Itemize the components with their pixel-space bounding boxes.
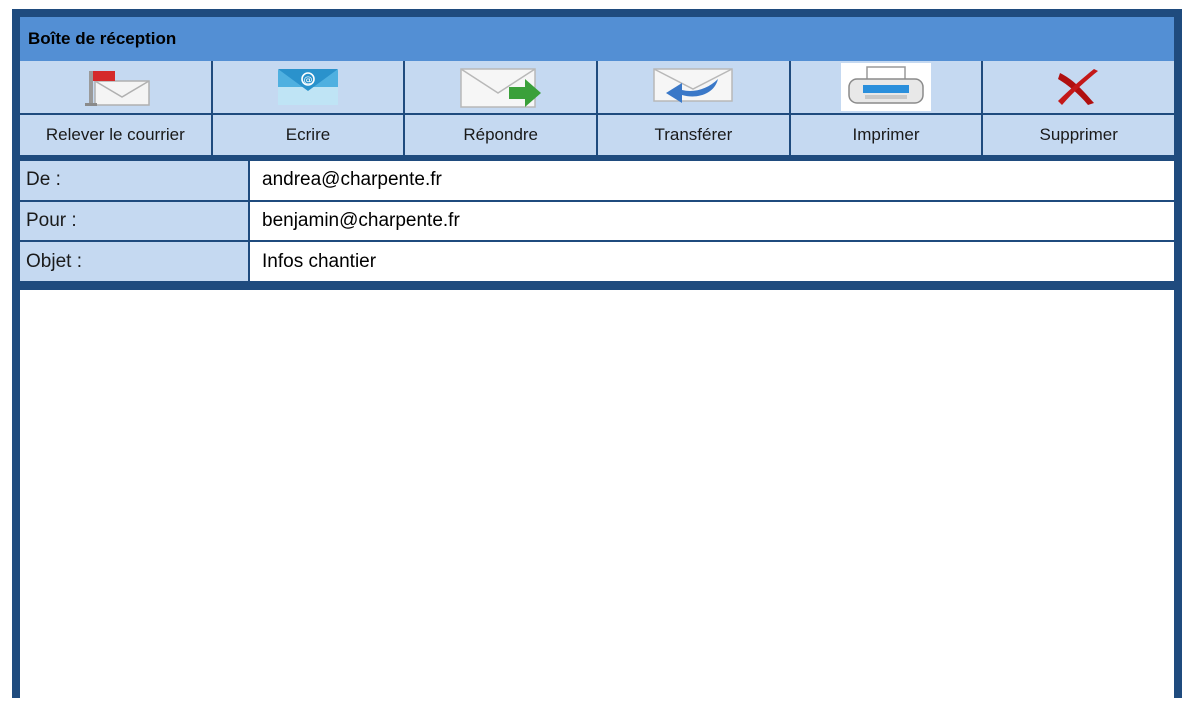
forward-label: Transférer: [654, 125, 733, 144]
subject-field[interactable]: Infos chantier: [250, 242, 1174, 282]
at-envelope-icon: @: [276, 65, 340, 109]
message-body[interactable]: [20, 290, 1174, 710]
compose-button[interactable]: @ Ecrire: [212, 61, 404, 155]
forward-button[interactable]: Transférer: [598, 61, 789, 155]
forward-envelope-icon: [648, 65, 738, 109]
reply-button[interactable]: Répondre: [405, 61, 597, 155]
subject-label: Objet :: [20, 242, 248, 282]
fetch-mail-button[interactable]: Relever le courrier: [20, 61, 211, 155]
fetch-mail-label: Relever le courrier: [45, 125, 185, 144]
window-title: Boîte de réception: [20, 17, 1174, 61]
reply-label: Répondre: [463, 125, 539, 144]
reply-envelope-icon: [459, 65, 543, 109]
from-label: De :: [20, 161, 248, 200]
printer-icon: [841, 63, 932, 111]
toolbar: Relever le courrier @ Ecrire Répondre Tr…: [20, 61, 1175, 155]
compose-label: Ecrire: [285, 125, 331, 144]
delete-x-icon: [1054, 67, 1104, 107]
to-label: Pour :: [20, 201, 248, 241]
message-header: De : andrea@charpente.fr Pour : benjamin…: [20, 161, 1174, 282]
mailbox-flag-icon: [75, 67, 155, 107]
svg-text:@: @: [304, 76, 313, 86]
to-row: Pour : benjamin@charpente.fr: [20, 201, 1174, 241]
from-field[interactable]: andrea@charpente.fr: [250, 161, 1174, 200]
from-row: De : andrea@charpente.fr: [20, 161, 1174, 200]
delete-label: Supprimer: [1039, 125, 1118, 144]
print-label: Imprimer: [852, 125, 920, 144]
mail-window: Boîte de réception Relever le courrier @…: [12, 9, 1182, 710]
to-field[interactable]: benjamin@charpente.fr: [250, 201, 1174, 241]
print-button[interactable]: Imprimer: [790, 61, 982, 155]
subject-row: Objet : Infos chantier: [20, 242, 1174, 282]
delete-button[interactable]: Supprimer: [983, 61, 1175, 155]
